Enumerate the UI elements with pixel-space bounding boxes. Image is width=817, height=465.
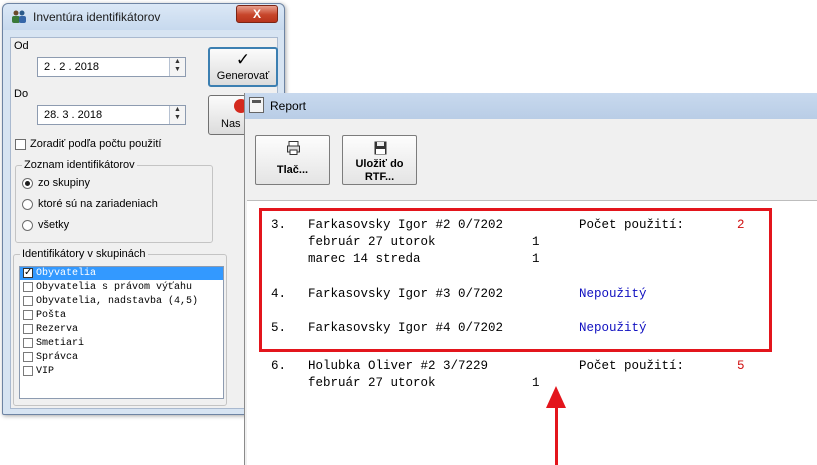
do-spin-icon[interactable]: ▲ ▼ [169,106,185,124]
group-item-obyvatelia[interactable]: Obyvatelia [20,267,223,280]
report-title: Report [270,99,307,113]
report-entry-status-label: Počet použití: [579,359,685,373]
arrow-shaft [555,406,558,465]
checkbox[interactable] [23,338,33,348]
checkbox[interactable] [23,282,33,292]
group-item-label: Rezerva [36,324,79,335]
report-detail-date: február 27 utorok [308,376,436,390]
printer-icon [287,141,300,155]
group-item-label: VIP [36,366,55,377]
report-entry-count: 5 [737,359,745,373]
groups-group-title: Identifikátory v skupinách [20,248,148,260]
do-label: Do [14,88,29,100]
dialog-title-bar[interactable]: Inventúra identifikátorov X [3,4,284,30]
checkbox[interactable] [23,324,33,334]
report-title-bar[interactable]: Report [245,93,817,119]
print-button[interactable]: Tlač... [255,135,330,185]
group-item-label: Obyvatelia, nadstavba (4,5) [36,296,199,307]
group-item-spravca[interactable]: Správca [20,351,223,364]
od-date-field[interactable]: 2 . 2 . 2018 ▲ ▼ [37,57,186,77]
do-date-field[interactable]: 28. 3 . 2018 ▲ ▼ [37,105,186,125]
group-item-label: Správca [36,352,79,363]
checkbox[interactable] [23,366,33,376]
groups-listbox[interactable]: Obyvatelia Obyvatelia s právom výťahu Ob… [19,266,224,399]
checkbox[interactable] [23,267,33,279]
floppy-disk-icon [374,141,387,155]
group-item-smetiari[interactable]: Smetiari [20,337,223,350]
arrow-up-icon [546,386,566,408]
generate-button-label: Generovať [216,70,270,82]
group-item-nadstavba[interactable]: Obyvatelia, nadstavba (4,5) [20,295,223,308]
inventory-dialog: Inventúra identifikátorov X Od 2 . 2 . 2… [2,3,285,415]
print-button-label: Tlač... [276,164,309,176]
checkbox[interactable] [23,352,33,362]
radio-vsetky-label: všetky [38,219,70,231]
do-date-value: 28. 3 . 2018 [44,109,103,121]
radio-zo-skupiny-label: zo skupiny [38,177,90,189]
people-icon [12,10,26,23]
group-item-label: Obyvatelia [36,268,97,279]
generate-button[interactable]: ✓ Generovať [208,47,278,87]
save-rtf-button[interactable]: Uložiť do RTF... [342,135,417,185]
report-entry-num: 6. [271,359,287,373]
group-item-label: Obyvatelia s právom výťahu [36,282,193,293]
highlight-box [259,208,772,352]
checkbox[interactable] [23,310,33,320]
radio-vsetky[interactable] [22,220,33,231]
od-date-value: 2 . 2 . 2018 [44,61,100,73]
radio-na-zariadeniach[interactable] [22,199,33,210]
save-button-label-1: Uložiť do [355,158,404,170]
group-item-rezerva[interactable]: Rezerva [20,323,223,336]
group-item-vip[interactable]: VIP [20,365,223,378]
group-item-posta[interactable]: Pošta [20,309,223,322]
close-button[interactable]: X [236,5,278,23]
group-item-label: Smetiari [36,338,85,349]
dialog-title: Inventúra identifikátorov [33,10,161,24]
identifier-list-title: Zoznam identifikátorov [22,159,137,171]
radio-na-zariadeniach-label: ktoré sú na zariadeniach [38,198,158,210]
calculator-icon [249,97,264,113]
checkmark-icon: ✓ [235,50,251,69]
group-item-label: Pošta [36,310,67,321]
dialog-body: Od 2 . 2 . 2018 ▲ ▼ Do 28. 3 . 2018 ▲ ▼ ✓ … [10,37,278,409]
nas-button-label: Nas [221,118,241,130]
save-button-label-2: RTF... [364,171,395,183]
report-entry-name: Holubka Oliver #2 3/7229 [308,359,489,373]
checkbox[interactable] [23,296,33,306]
identifier-list-group: Zoznam identifikátorov zo skupiny ktoré … [15,159,213,243]
radio-zo-skupiny[interactable] [22,178,33,189]
sort-checkbox-label: Zoradiť podľa počtu použití [30,138,162,150]
report-detail-count: 1 [532,376,540,390]
od-spin-icon[interactable]: ▲ ▼ [169,58,185,76]
group-item-vytah[interactable]: Obyvatelia s právom výťahu [20,281,223,294]
sort-checkbox[interactable] [15,139,26,150]
od-label: Od [14,40,29,52]
